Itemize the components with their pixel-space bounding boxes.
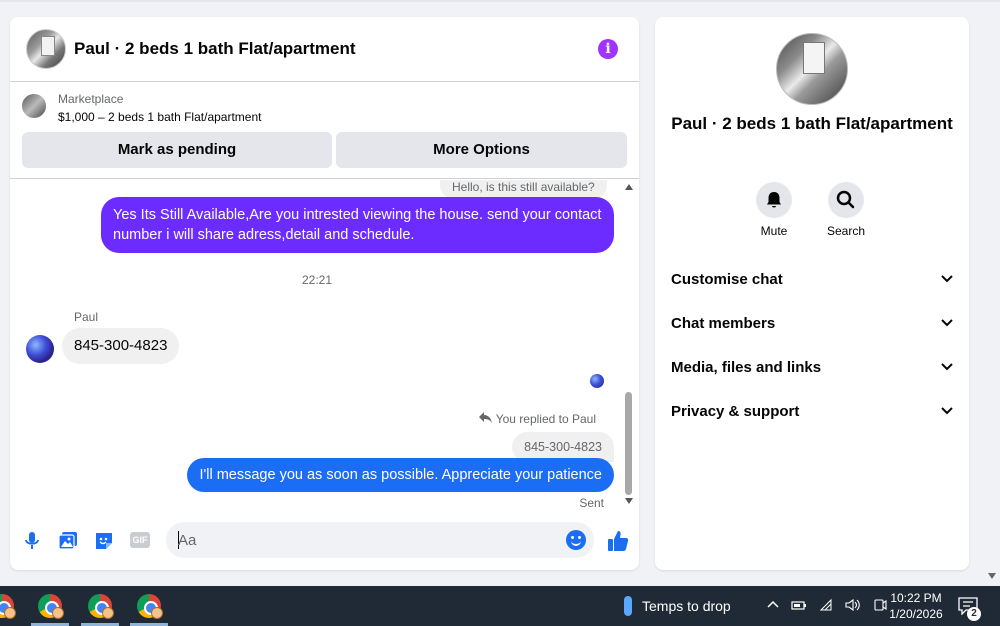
listing-price[interactable]: $1,000 – 2 beds 1 bath Flat/apartment [58,110,261,124]
sender-avatar[interactable] [26,335,54,363]
row-label: Privacy & support [671,402,800,420]
chrome-profile-icon[interactable] [0,594,16,619]
chat-members-row[interactable]: Chat members [655,301,969,345]
search-action[interactable]: Search [816,182,876,238]
scroll-up-arrow-icon[interactable] [625,184,633,190]
chevron-down-icon [941,407,953,415]
top-divider [0,0,1000,2]
replied-label: You replied to Paul [495,411,596,426]
info-icon[interactable]: i [598,39,618,59]
weather-text: Temps to drop [642,598,731,614]
profile-name: Paul · 2 beds 1 bath Flat/apartment [671,114,953,133]
chat-panel: Paul · 2 beds 1 bath Flat/apartment i Ma… [10,17,639,570]
seen-avatar [590,374,604,388]
mute-action[interactable]: Mute [744,182,804,238]
chevron-down-icon [941,363,953,371]
marketplace-listing: Marketplace $1,000 – 2 beds 1 bath Flat/… [10,83,639,179]
chrome-profile-icon[interactable] [88,594,114,619]
thermometer-icon [624,596,632,616]
message-list[interactable]: Hello, is this still available? Yes Its … [10,180,639,512]
more-options-button[interactable]: More Options [336,132,627,168]
replied-indicator: You replied to Paul [478,411,596,426]
microphone-icon[interactable] [22,531,42,551]
notification-count-badge: 2 [967,607,981,621]
message-bubble-sent-latest[interactable]: I'll message you as soon as possible. Ap… [187,458,614,492]
chat-details-panel: Paul · 2 beds 1 bath Flat/apartment Mute… [655,17,969,570]
message-status: Sent [579,496,604,510]
clock[interactable]: 10:22 PM 1/20/2026 [880,590,952,622]
quoted-message[interactable]: Hello, is this still available? [440,180,607,198]
clock-date: 1/20/2026 [889,607,943,621]
scroll-down-arrow-icon[interactable] [625,498,633,504]
marketplace-label: Marketplace [58,92,124,106]
chevron-up-icon[interactable] [767,598,779,612]
mute-label: Mute [760,224,788,238]
chrome-profile-icon[interactable] [38,594,64,619]
message-bubble-sent[interactable]: Yes Its Still Available,Are you intreste… [101,197,614,253]
row-label: Customise chat [671,270,783,288]
clock-time: 10:22 PM [890,591,942,605]
reply-arrow-icon [478,411,492,426]
message-input[interactable] [178,522,558,558]
chevron-down-icon [941,275,953,283]
emoji-icon[interactable] [566,530,586,550]
gif-icon[interactable]: GIF [130,532,150,548]
row-label: Chat members [671,314,776,332]
page-scroll-down-icon[interactable] [988,573,996,579]
search-icon[interactable] [828,182,864,218]
wifi-icon[interactable] [819,598,833,612]
message-timestamp: 22:21 [301,273,333,287]
battery-icon[interactable] [791,598,807,612]
chat-header: Paul · 2 beds 1 bath Flat/apartment i [10,17,639,82]
message-input-wrap [166,522,594,558]
weather-widget[interactable]: Temps to drop [624,596,731,616]
customise-chat-row[interactable]: Customise chat [655,257,969,301]
volume-icon[interactable] [845,598,861,612]
system-tray [767,598,887,612]
row-label: Media, files and links [671,358,822,376]
sender-name: Paul [74,310,99,324]
chrome-profile-icon[interactable] [137,594,163,619]
taskbar: Temps to drop 10:22 PM 1/20/2026 2 [0,586,1000,626]
listing-thumbnail[interactable] [22,94,46,118]
media-files-links-row[interactable]: Media, files and links [655,345,969,389]
chevron-down-icon [941,319,953,327]
scrollbar-thumb[interactable] [625,392,632,495]
search-label: Search [826,224,866,238]
chat-title[interactable]: Paul · 2 beds 1 bath Flat/apartment [74,39,356,59]
profile-avatar[interactable] [776,33,848,105]
message-bubble-received[interactable]: 845-300-4823 [62,328,180,364]
thumbs-up-icon[interactable] [606,529,630,553]
conversation-avatar[interactable] [26,29,66,69]
sticker-icon[interactable] [94,531,114,551]
message-scrollbar[interactable] [623,180,635,512]
mark-pending-button[interactable]: Mark as pending [22,132,332,168]
photo-icon[interactable] [58,531,78,551]
privacy-support-row[interactable]: Privacy & support [655,389,969,433]
composer: GIF [10,520,639,562]
bell-icon[interactable] [756,182,792,218]
